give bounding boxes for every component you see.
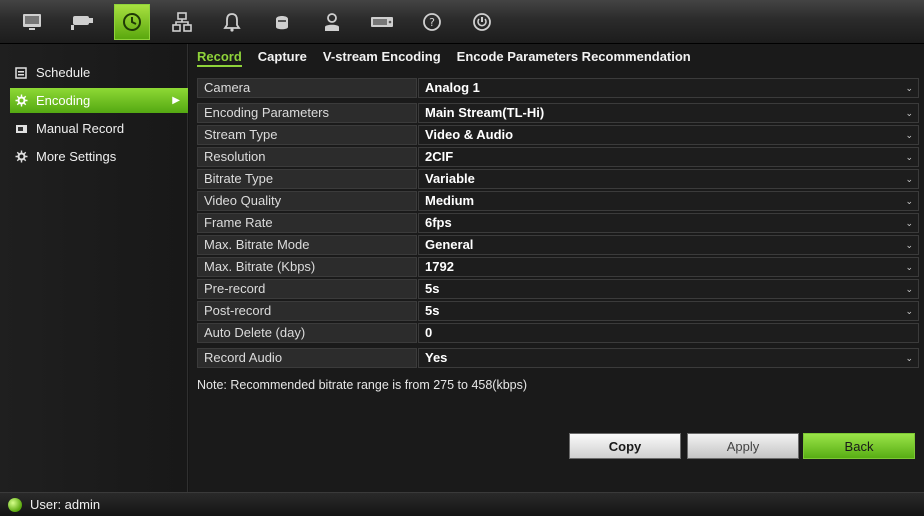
form-row-post-record: Post-record 5s ⌄ [197,301,919,321]
settings-gear-icon [14,150,28,164]
svg-text:?: ? [429,16,435,29]
auto-delete-input[interactable]: 0 [418,323,919,343]
field-label: Record Audio [197,348,417,368]
alarm-bell-icon[interactable] [214,4,250,40]
field-label: Max. Bitrate Mode [197,235,417,255]
tab-bar: Record Capture V-stream Encoding Encode … [189,44,924,70]
chevron-down-icon: ⌄ [905,306,913,316]
tab-record[interactable]: Record [197,49,242,67]
field-label: Bitrate Type [197,169,417,189]
chevron-right-icon: ▶ [172,95,180,106]
stream-type-select[interactable]: Video & Audio ⌄ [418,125,919,145]
form-row-stream-type: Stream Type Video & Audio ⌄ [197,125,919,145]
form-row-max-bitrate: Max. Bitrate (Kbps) 1792 ⌄ [197,257,919,277]
tab-encode-parameters-recommendation[interactable]: Encode Parameters Recommendation [457,49,691,66]
form-row-camera: Camera Analog 1 ⌄ [197,78,919,98]
pre-record-select[interactable]: 5s ⌄ [418,279,919,299]
chevron-down-icon: ⌄ [905,196,913,206]
sidebar-item-encoding[interactable]: Encoding ▶ [10,88,188,113]
back-button[interactable]: Back [803,433,915,459]
sidebar-item-label: Encoding [36,93,91,108]
video-quality-select[interactable]: Medium ⌄ [418,191,919,211]
field-label: Encoding Parameters [197,103,417,123]
chevron-down-icon: ⌄ [905,353,913,363]
sidebar-item-label: More Settings [36,149,117,164]
chevron-down-icon: ⌄ [905,108,913,118]
form-row-encoding-parameters: Encoding Parameters Main Stream(TL-Hi) ⌄ [197,103,919,123]
form-row-resolution: Resolution 2CIF ⌄ [197,147,919,167]
form-row-pre-record: Pre-record 5s ⌄ [197,279,919,299]
power-icon[interactable] [464,4,500,40]
form-row-record-audio: Record Audio Yes ⌄ [197,348,919,368]
copy-button[interactable]: Copy [569,433,681,459]
schedule-icon [14,66,28,80]
bitrate-type-select[interactable]: Variable ⌄ [418,169,919,189]
manual-record-icon [14,122,28,136]
sidebar-item-schedule[interactable]: Schedule [10,60,188,85]
camera-icon[interactable] [64,4,100,40]
sidebar-item-label: Manual Record [36,121,125,136]
network-icon[interactable] [164,4,200,40]
apply-button[interactable]: Apply [687,433,799,459]
max-bitrate-select[interactable]: 1792 ⌄ [418,257,919,277]
chevron-down-icon: ⌄ [905,130,913,140]
encoding-gear-icon [14,94,28,108]
field-label: Max. Bitrate (Kbps) [197,257,417,277]
current-user-label: User: admin [30,497,101,512]
form-row-bitrate-type: Bitrate Type Variable ⌄ [197,169,919,189]
sidebar-item-manual-record[interactable]: Manual Record [10,116,188,141]
field-label: Post-record [197,301,417,321]
post-record-select[interactable]: 5s ⌄ [418,301,919,321]
form-row-auto-delete: Auto Delete (day) 0 [197,323,919,343]
main-content: Record Capture V-stream Encoding Encode … [189,44,924,492]
user-status-icon [8,497,22,512]
bitrate-note: Note: Recommended bitrate range is from … [197,378,528,392]
form-row-video-quality: Video Quality Medium ⌄ [197,191,919,211]
resolution-select[interactable]: 2CIF ⌄ [418,147,919,167]
field-label: Auto Delete (day) [197,323,417,343]
tab-capture[interactable]: Capture [258,49,307,66]
chevron-down-icon: ⌄ [905,218,913,228]
record-audio-select[interactable]: Yes ⌄ [418,348,919,368]
form-row-frame-rate: Frame Rate 6fps ⌄ [197,213,919,233]
chevron-down-icon: ⌄ [905,83,913,93]
field-label: Stream Type [197,125,417,145]
hdd-icon[interactable] [364,4,400,40]
form-row-max-bitrate-mode: Max. Bitrate Mode General ⌄ [197,235,919,255]
field-label: Frame Rate [197,213,417,233]
status-bar: User: admin [0,492,924,516]
chevron-down-icon: ⌄ [905,240,913,250]
camera-select[interactable]: Analog 1 ⌄ [418,78,919,98]
nvr-config-window: ? Schedule Encoding ▶ Manual Record More… [0,0,924,516]
display-icon[interactable] [14,4,50,40]
sidebar: Schedule Encoding ▶ Manual Record More S… [0,44,188,492]
field-label: Camera [197,78,417,98]
chevron-down-icon: ⌄ [905,262,913,272]
frame-rate-select[interactable]: 6fps ⌄ [418,213,919,233]
top-menu-bar: ? [0,0,924,44]
field-label: Pre-record [197,279,417,299]
chevron-down-icon: ⌄ [905,284,913,294]
field-label: Video Quality [197,191,417,211]
record-clock-icon[interactable] [114,4,150,40]
encoding-parameters-select[interactable]: Main Stream(TL-Hi) ⌄ [418,103,919,123]
chevron-down-icon: ⌄ [905,152,913,162]
device-icon[interactable] [264,4,300,40]
help-icon[interactable]: ? [414,4,450,40]
sidebar-item-more-settings[interactable]: More Settings [10,144,188,169]
sidebar-item-label: Schedule [36,65,91,80]
field-label: Resolution [197,147,417,167]
max-bitrate-mode-select[interactable]: General ⌄ [418,235,919,255]
tab-v-stream-encoding[interactable]: V-stream Encoding [323,49,441,66]
chevron-down-icon: ⌄ [905,174,913,184]
user-icon[interactable] [314,4,350,40]
